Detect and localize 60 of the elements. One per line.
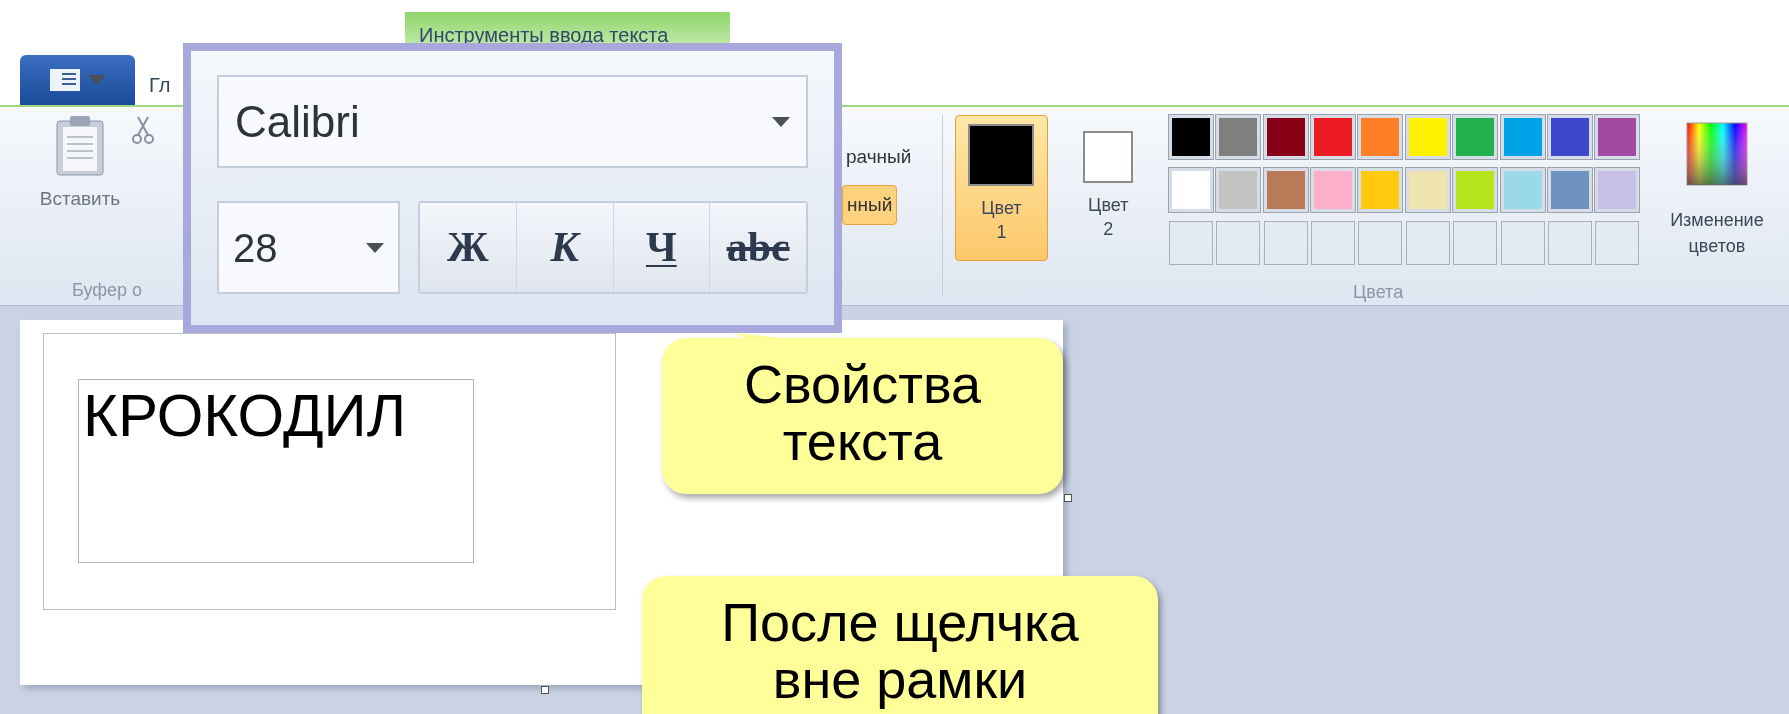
empty-color-slot[interactable]: [1216, 221, 1261, 265]
callout-text: После щелчка: [721, 594, 1079, 651]
color-spectrum-icon: [1684, 121, 1749, 187]
palette-color[interactable]: [1310, 168, 1355, 212]
text-style-button[interactable]: Ж: [420, 203, 517, 292]
empty-color-slot[interactable]: [1263, 221, 1308, 265]
text-style-button[interactable]: abc: [710, 203, 806, 292]
palette-color[interactable]: [1358, 168, 1403, 212]
palette-color[interactable]: [1453, 115, 1498, 159]
caret-icon: [87, 75, 106, 85]
text-style-button[interactable]: К: [516, 203, 614, 292]
background-option[interactable]: нный: [842, 185, 898, 225]
clipboard-icon: [55, 115, 105, 177]
palette-color[interactable]: [1168, 115, 1213, 159]
palette-color[interactable]: [1216, 115, 1261, 159]
palette-color[interactable]: [1500, 115, 1545, 159]
application-menu-button[interactable]: [20, 55, 135, 105]
paste-button[interactable]: Вставить: [25, 115, 135, 214]
group-label: Буфер о: [72, 279, 143, 302]
callout-text: Свойства: [743, 356, 982, 413]
edit-colors-button[interactable]: Изменение цветов: [1644, 115, 1789, 305]
palette-color[interactable]: [1310, 115, 1355, 159]
scissors-icon: [132, 115, 154, 145]
empty-color-slot[interactable]: [1405, 221, 1450, 265]
ribbon-tab[interactable]: Гл: [145, 55, 175, 105]
font-size-dropdown[interactable]: 28: [217, 201, 400, 294]
text-style-button[interactable]: Ч: [613, 203, 711, 292]
palette-color[interactable]: [1358, 115, 1403, 159]
palette-color[interactable]: [1405, 115, 1450, 159]
palette-color[interactable]: [1595, 168, 1640, 212]
palette-color[interactable]: [1405, 168, 1450, 212]
font-dropdown[interactable]: Calibri: [217, 75, 808, 168]
palette-color[interactable]: [1500, 168, 1545, 212]
empty-color-slot[interactable]: [1310, 221, 1355, 265]
color-selector-button[interactable]: Цвет 1: [955, 115, 1048, 261]
palette-color[interactable]: [1168, 168, 1213, 212]
palette-color[interactable]: [1595, 115, 1640, 159]
empty-color-slot[interactable]: [1453, 221, 1498, 265]
empty-color-slot[interactable]: [1500, 221, 1545, 265]
palette-color[interactable]: [1548, 168, 1592, 212]
palette-color[interactable]: [1453, 168, 1498, 212]
resize-handle[interactable]: [541, 686, 549, 694]
dropdown-arrow-icon: [366, 242, 384, 253]
dropdown-arrow-icon: [772, 116, 790, 127]
resize-handle[interactable]: [1064, 494, 1072, 502]
empty-color-slot[interactable]: [1548, 221, 1592, 265]
color-selector-button[interactable]: Цвет 2: [1061, 115, 1155, 261]
palette-color[interactable]: [1548, 115, 1592, 159]
callout-text: вне рамки: [772, 651, 1028, 708]
palette-color[interactable]: [1216, 168, 1261, 212]
text-box[interactable]: КРОКОДИЛ: [78, 379, 474, 563]
empty-color-slot[interactable]: [1358, 221, 1403, 265]
empty-color-slot[interactable]: [1595, 221, 1640, 265]
palette-color[interactable]: [1263, 115, 1308, 159]
callout-text: текста: [782, 413, 943, 470]
palette-color[interactable]: [1263, 168, 1308, 212]
background-option[interactable]: рачный: [842, 137, 916, 177]
menu-icon: [49, 69, 80, 91]
group-label: Цвета: [1353, 281, 1404, 304]
empty-color-slot[interactable]: [1168, 221, 1213, 265]
